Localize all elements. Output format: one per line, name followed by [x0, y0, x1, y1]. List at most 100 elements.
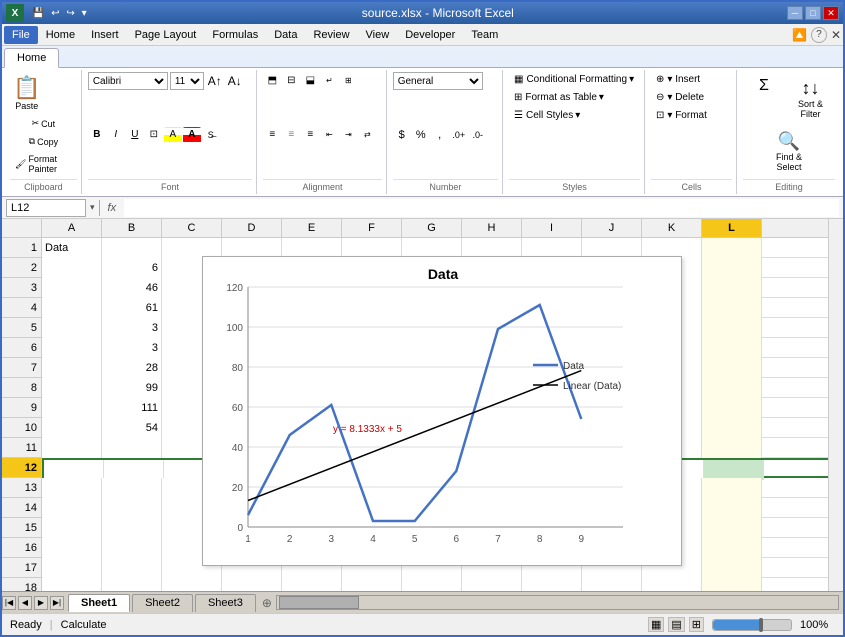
col-header-H[interactable]: H	[462, 219, 522, 237]
cell-L14[interactable]	[702, 498, 762, 518]
text-direction-button[interactable]: ⇄	[358, 126, 376, 142]
cell-G1[interactable]	[402, 238, 462, 258]
menu-view[interactable]: View	[358, 26, 398, 44]
sheet-last-button[interactable]: ▶|	[50, 596, 64, 610]
cell-I1[interactable]	[522, 238, 582, 258]
question-icon[interactable]: ?	[811, 27, 827, 43]
font-name-select[interactable]: Calibri	[88, 72, 168, 90]
col-header-G[interactable]: G	[402, 219, 462, 237]
cell-A8[interactable]	[42, 378, 102, 398]
menu-review[interactable]: Review	[305, 26, 357, 44]
menu-home[interactable]: Home	[38, 26, 83, 44]
cell-A3[interactable]	[42, 278, 102, 298]
formula-bar-dropdown-icon[interactable]: ▾	[90, 202, 95, 213]
paste-button[interactable]: 📋 Paste	[10, 72, 43, 114]
cell-B9[interactable]: 111	[102, 398, 162, 418]
cell-E1[interactable]	[282, 238, 342, 258]
dropdown-icon[interactable]: ▾	[82, 8, 87, 19]
increase-decimal-button[interactable]: .0+	[450, 127, 468, 143]
cell-B8[interactable]: 99	[102, 378, 162, 398]
sigma-button[interactable]: Σ	[750, 72, 778, 100]
cell-L4[interactable]	[702, 298, 762, 318]
bold-button[interactable]: B	[88, 127, 106, 143]
cell-L5[interactable]	[702, 318, 762, 338]
cell-L2[interactable]	[702, 258, 762, 278]
align-left-button[interactable]: ≡	[263, 126, 281, 142]
cell-B7[interactable]: 28	[102, 358, 162, 378]
row-num-6[interactable]: 6	[2, 338, 41, 358]
window-controls[interactable]: ─ □ ✕	[787, 6, 839, 20]
currency-button[interactable]: $	[393, 127, 411, 143]
cut-button[interactable]: ✂Cut	[10, 115, 77, 132]
row-num-1[interactable]: 1	[2, 238, 41, 258]
row-num-7[interactable]: 7	[2, 358, 41, 378]
sheet-next-button[interactable]: ▶	[34, 596, 48, 610]
border-button[interactable]: ⊡	[145, 127, 163, 143]
cell-B1[interactable]	[102, 238, 162, 258]
menu-team[interactable]: Team	[463, 26, 506, 44]
col-header-D[interactable]: D	[222, 219, 282, 237]
cell-B10[interactable]: 54	[102, 418, 162, 438]
horizontal-scrollbar[interactable]	[276, 595, 839, 610]
cell-B12[interactable]	[104, 460, 164, 480]
cell-H1[interactable]	[462, 238, 522, 258]
row-num-15[interactable]: 15	[2, 518, 41, 538]
col-header-E[interactable]: E	[282, 219, 342, 237]
row-num-9[interactable]: 9	[2, 398, 41, 418]
find-select-button[interactable]: 🔍 Find & Select	[771, 125, 807, 177]
cell-B2[interactable]: 6	[102, 258, 162, 278]
cell-B4[interactable]: 61	[102, 298, 162, 318]
restore-button[interactable]: □	[805, 6, 821, 20]
cell-B3[interactable]: 46	[102, 278, 162, 298]
cell-A4[interactable]	[42, 298, 102, 318]
cell-B6[interactable]: 3	[102, 338, 162, 358]
help-icon[interactable]: 🔼	[792, 28, 807, 42]
row-num-4[interactable]: 4	[2, 298, 41, 318]
name-box[interactable]: L12	[6, 199, 86, 217]
cell-A14[interactable]	[42, 498, 102, 518]
number-format-select[interactable]: General	[393, 72, 483, 90]
redo-icon[interactable]: ↪	[66, 8, 74, 19]
row-num-5[interactable]: 5	[2, 318, 41, 338]
row-num-3[interactable]: 3	[2, 278, 41, 298]
cell-A6[interactable]	[42, 338, 102, 358]
align-center-button[interactable]: ≡	[282, 126, 300, 142]
menu-developer[interactable]: Developer	[397, 26, 463, 44]
cell-A9[interactable]	[42, 398, 102, 418]
cell-F1[interactable]	[342, 238, 402, 258]
col-header-I[interactable]: I	[522, 219, 582, 237]
cell-L1[interactable]	[702, 238, 762, 258]
zoom-level[interactable]: 100%	[800, 619, 835, 631]
col-header-B[interactable]: B	[102, 219, 162, 237]
col-header-F[interactable]: F	[342, 219, 402, 237]
view-normal-button[interactable]: ▦	[648, 617, 664, 632]
italic-button[interactable]: I	[107, 127, 125, 143]
sort-filter-button[interactable]: ↕↓ Sort & Filter	[793, 72, 828, 124]
view-layout-button[interactable]: ▤	[668, 617, 684, 632]
merge-button[interactable]: ⊞	[339, 72, 357, 88]
zoom-slider[interactable]	[712, 619, 792, 631]
cell-K1[interactable]	[642, 238, 702, 258]
fill-color-button[interactable]: A	[164, 127, 182, 143]
cell-D1[interactable]	[222, 238, 282, 258]
wrap-text-button[interactable]: ↵	[320, 72, 338, 88]
strikethrough-button[interactable]: S̶	[202, 127, 220, 143]
sheet-tab-1[interactable]: Sheet1	[68, 594, 130, 612]
col-header-K[interactable]: K	[642, 219, 702, 237]
percent-button[interactable]: %	[412, 127, 430, 143]
vertical-scrollbar[interactable]	[828, 219, 843, 591]
cell-L10[interactable]	[702, 418, 762, 438]
align-right-button[interactable]: ≡	[301, 126, 319, 142]
underline-button[interactable]: U	[126, 127, 144, 143]
row-num-17[interactable]: 17	[2, 558, 41, 578]
delete-button[interactable]: ⊖ ▾ Delete	[651, 90, 709, 105]
font-color-button[interactable]: A	[183, 127, 201, 143]
decrease-indent-button[interactable]: ⇤	[320, 126, 338, 142]
cell-B5[interactable]: 3	[102, 318, 162, 338]
menu-file[interactable]: File	[4, 26, 38, 44]
cell-L12[interactable]	[704, 460, 764, 480]
cell-A5[interactable]	[42, 318, 102, 338]
cell-J1[interactable]	[582, 238, 642, 258]
decrease-font-button[interactable]: A↓	[226, 73, 244, 89]
row-num-11[interactable]: 11	[2, 438, 41, 458]
